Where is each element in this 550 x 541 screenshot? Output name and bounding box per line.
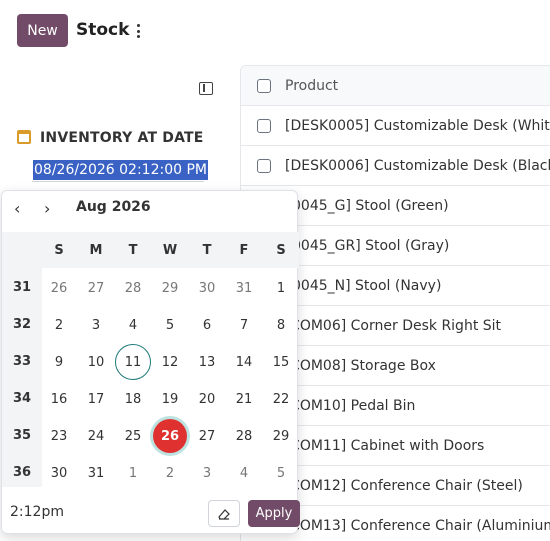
- product-name: -COM10] Pedal Bin: [285, 397, 416, 414]
- calendar-day[interactable]: 22: [263, 381, 299, 417]
- calendar-day[interactable]: 2: [41, 307, 77, 343]
- product-name: -COM11] Cabinet with Doors: [285, 437, 485, 454]
- calendar-day[interactable]: 28: [115, 270, 151, 306]
- calendar-day[interactable]: 21: [226, 381, 262, 417]
- calendar-day[interactable]: 30: [189, 270, 225, 306]
- calendar-day[interactable]: 12: [152, 344, 188, 380]
- select-all-checkbox[interactable]: [257, 78, 271, 93]
- calendar-day[interactable]: 27: [189, 418, 225, 454]
- inventory-at-date-label: INVENTORY AT DATE: [40, 130, 204, 146]
- calendar-day[interactable]: 7: [226, 307, 262, 343]
- calendar-day[interactable]: 4: [226, 455, 262, 491]
- calendar-day[interactable]: 20: [189, 381, 225, 417]
- week-number: 35: [12, 428, 32, 443]
- product-name: _0045_N] Stool (Navy): [285, 277, 442, 294]
- calendar-day[interactable]: 23: [41, 418, 77, 454]
- new-button[interactable]: New: [17, 14, 68, 47]
- calendar-day[interactable]: 11: [115, 344, 151, 380]
- calendar-day[interactable]: 10: [78, 344, 114, 380]
- row-checkbox[interactable]: [257, 158, 271, 173]
- calendar-day[interactable]: 19: [152, 381, 188, 417]
- month-year-label[interactable]: Aug 2026: [76, 199, 151, 215]
- calendar-day[interactable]: 14: [226, 344, 262, 380]
- calendar-day-selected[interactable]: 26: [152, 418, 188, 454]
- week-number: 32: [12, 317, 32, 332]
- calendar-day[interactable]: 8: [263, 307, 299, 343]
- prev-month-button[interactable]: ‹: [14, 199, 20, 218]
- product-name: [DESK0006] Customizable Desk (Black, Cus: [285, 157, 550, 174]
- calendar-day[interactable]: 4: [115, 307, 151, 343]
- weekday-label: W: [162, 243, 178, 258]
- calendar-day[interactable]: 28: [226, 418, 262, 454]
- product-name: -COM13] Conference Chair (Aluminium): [285, 517, 550, 534]
- calendar-day[interactable]: 13: [189, 344, 225, 380]
- table-header: Product: [241, 66, 550, 106]
- calendar-day[interactable]: 18: [115, 381, 151, 417]
- calendar-day[interactable]: 1: [263, 270, 299, 306]
- page-title: Stock: [76, 20, 130, 40]
- calendar-day[interactable]: 3: [78, 307, 114, 343]
- calendar-day[interactable]: 15: [263, 344, 299, 380]
- sidebar-toggle-icon[interactable]: [199, 82, 213, 95]
- eraser-icon: [218, 508, 230, 520]
- calendar-day[interactable]: 31: [226, 270, 262, 306]
- calendar-day[interactable]: 9: [41, 344, 77, 380]
- product-name: _0045_GR] Stool (Gray): [285, 237, 450, 254]
- more-actions-icon[interactable]: [131, 22, 145, 40]
- column-product[interactable]: Product: [285, 78, 338, 94]
- product-name: -COM08] Storage Box: [285, 357, 436, 374]
- product-name: -COM06] Corner Desk Right Sit: [285, 317, 502, 334]
- weekday-label: M: [89, 243, 103, 258]
- calendar-day[interactable]: 29: [263, 418, 299, 454]
- weekday-label: S: [54, 243, 64, 258]
- week-number: 34: [12, 391, 32, 406]
- next-month-button[interactable]: ›: [44, 199, 50, 218]
- weekday-label: T: [202, 243, 212, 258]
- calendar-day[interactable]: 1: [115, 455, 151, 491]
- table-row[interactable]: [DESK0006] Customizable Desk (Black, Cus: [241, 146, 550, 186]
- calendar-day[interactable]: 17: [78, 381, 114, 417]
- weekday-label: S: [276, 243, 286, 258]
- calendar-day[interactable]: 2: [152, 455, 188, 491]
- calendar-day[interactable]: 16: [41, 381, 77, 417]
- calendar-day[interactable]: 26: [41, 270, 77, 306]
- time-input[interactable]: 2:12pm: [10, 504, 64, 520]
- datepicker-popover: ‹ › Aug 2026 S M T W T F S 31 26 27 28 29 30 3…: [1, 190, 300, 534]
- table-row[interactable]: [DESK0005] Customizable Desk (White, Cu: [241, 106, 550, 146]
- product-name: _0045_G] Stool (Green): [285, 197, 449, 214]
- calendar-day[interactable]: 29: [152, 270, 188, 306]
- calendar-day[interactable]: 30: [41, 455, 77, 491]
- calendar-day[interactable]: 5: [152, 307, 188, 343]
- product-name: -COM12] Conference Chair (Steel): [285, 477, 523, 494]
- weekday-label: F: [239, 243, 249, 258]
- row-checkbox[interactable]: [257, 118, 271, 133]
- calendar-day[interactable]: 25: [115, 418, 151, 454]
- calendar-day[interactable]: 24: [78, 418, 114, 454]
- weekday-label: T: [128, 243, 138, 258]
- calendar-day[interactable]: 3: [189, 455, 225, 491]
- week-number: 31: [12, 280, 32, 295]
- clear-button[interactable]: [208, 500, 240, 527]
- apply-button[interactable]: Apply: [248, 500, 300, 527]
- calendar-day[interactable]: 5: [263, 455, 299, 491]
- week-number: 36: [12, 465, 32, 480]
- product-name: [DESK0005] Customizable Desk (White, Cu: [285, 117, 550, 134]
- calendar-icon: [17, 130, 31, 144]
- calendar-day[interactable]: 27: [78, 270, 114, 306]
- calendar-day[interactable]: 6: [189, 307, 225, 343]
- week-number: 33: [12, 354, 32, 369]
- date-input-value[interactable]: 08/26/2026 02:12:00 PM: [33, 160, 208, 180]
- calendar-day[interactable]: 31: [78, 455, 114, 491]
